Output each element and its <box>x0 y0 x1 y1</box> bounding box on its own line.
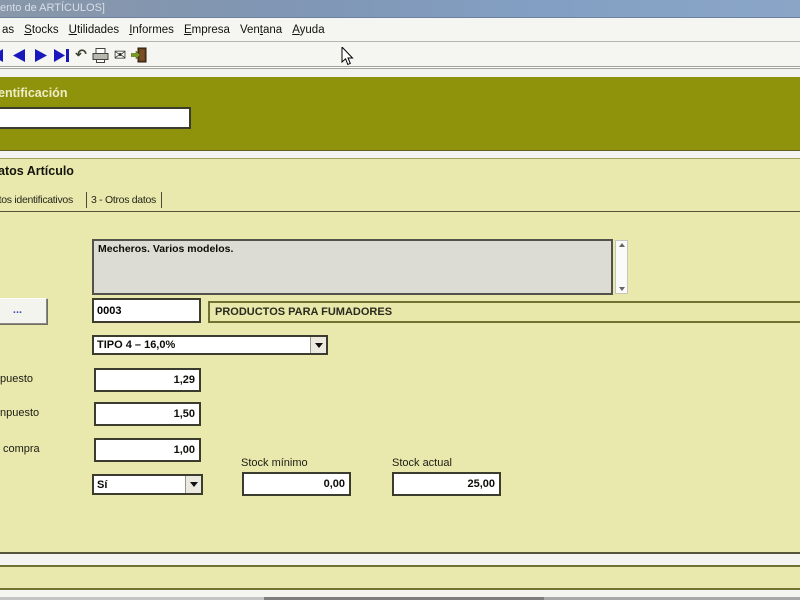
ellipsis-label: ... <box>12 304 23 316</box>
menu-item-ayuda[interactable]: Ayuda <box>292 24 324 36</box>
identification-search-input[interactable] <box>0 107 191 129</box>
print-button[interactable] <box>90 46 110 64</box>
stock-current-label: Stock actual <box>392 457 452 469</box>
window-title: ento de ARTÍCULOS] <box>0 2 105 14</box>
stock-current-field[interactable]: 25,00 <box>392 472 501 496</box>
article-data-heading: atos Artículo <box>0 164 74 178</box>
next-record-icon <box>34 48 47 62</box>
toolbar-gap <box>0 69 800 77</box>
family-browse-button[interactable]: ... <box>0 298 47 324</box>
tab-strip-underline <box>0 211 800 212</box>
bottom-yellow-strip <box>0 565 800 590</box>
menu-item-utilidades[interactable]: Utilidades <box>69 24 120 36</box>
family-code-input[interactable] <box>92 298 201 323</box>
toolbar: ↶ ✉ <box>0 43 800 66</box>
menu-bar: as Stocks Utilidades Informes Empresa Ve… <box>0 18 800 42</box>
chevron-down-icon <box>189 482 198 487</box>
tax-type-value: TIPO 4 – 16,0% <box>97 339 176 351</box>
identification-section: entificación <box>0 77 800 151</box>
next-record-button[interactable] <box>30 46 50 64</box>
identification-heading: entificación <box>0 86 68 100</box>
tab-divider <box>161 192 162 208</box>
undo-button[interactable]: ↶ <box>71 46 91 64</box>
last-record-icon <box>54 48 69 62</box>
app-window: ento de ARTÍCULOS] as Stocks Utilidades … <box>0 0 800 600</box>
price-with-tax-label: npuesto <box>0 407 40 419</box>
menu-item-stocks[interactable]: Stocks <box>24 24 59 36</box>
description-scrollbar[interactable] <box>615 240 628 294</box>
scroll-down-icon[interactable] <box>618 287 625 291</box>
exit-door-icon <box>131 47 147 63</box>
first-record-icon <box>0 48 3 62</box>
stock-control-dropdown[interactable]: Sí <box>92 474 203 495</box>
tax-type-dropdown[interactable]: TIPO 4 – 16,0% <box>92 335 328 355</box>
title-bar: ento de ARTÍCULOS] <box>0 0 800 18</box>
scroll-up-icon[interactable] <box>618 243 625 247</box>
stock-min-field[interactable]: 0,00 <box>242 472 351 496</box>
chevron-down-icon <box>314 342 323 348</box>
price-without-tax-field[interactable]: 1,29 <box>94 368 201 392</box>
menu-item-informes[interactable]: Informes <box>129 24 174 36</box>
tab-divider <box>86 192 87 208</box>
menu-item-partial[interactable]: as <box>2 24 14 36</box>
dropdown-button[interactable] <box>185 476 201 493</box>
tab-mas-datos-identificativos[interactable]: s datos identificativos <box>0 194 73 206</box>
menu-item-empresa[interactable]: Empresa <box>184 24 230 36</box>
tab-otros-datos[interactable]: 3 - Otros datos <box>91 194 156 206</box>
first-record-button[interactable] <box>0 46 6 64</box>
stock-control-value: Sí <box>97 478 108 491</box>
printer-icon <box>92 47 108 63</box>
article-data-section: atos Artículo s datos identificativos 3 … <box>0 158 800 554</box>
dropdown-button[interactable] <box>310 337 326 353</box>
exit-button[interactable] <box>129 46 149 64</box>
previous-record-icon <box>12 48 25 62</box>
family-name-field: PRODUCTOS PARA FUMADORES <box>208 301 800 323</box>
stock-min-label: Stock mínimo <box>241 457 308 469</box>
price-with-tax-field[interactable]: 1,50 <box>94 402 201 426</box>
undo-icon: ↶ <box>75 47 87 63</box>
mail-button[interactable]: ✉ <box>110 46 130 64</box>
purchase-price-label: compra <box>3 443 40 455</box>
previous-record-button[interactable] <box>9 46 29 64</box>
description-textarea[interactable]: Mecheros. Varios modelos. <box>92 239 613 295</box>
price-without-tax-label: puesto <box>0 373 34 385</box>
envelope-icon: ✉ <box>113 46 127 64</box>
menu-item-ventana[interactable]: Ventana <box>240 24 282 36</box>
purchase-price-field[interactable]: 1,00 <box>94 438 201 462</box>
last-record-button[interactable] <box>51 46 71 64</box>
